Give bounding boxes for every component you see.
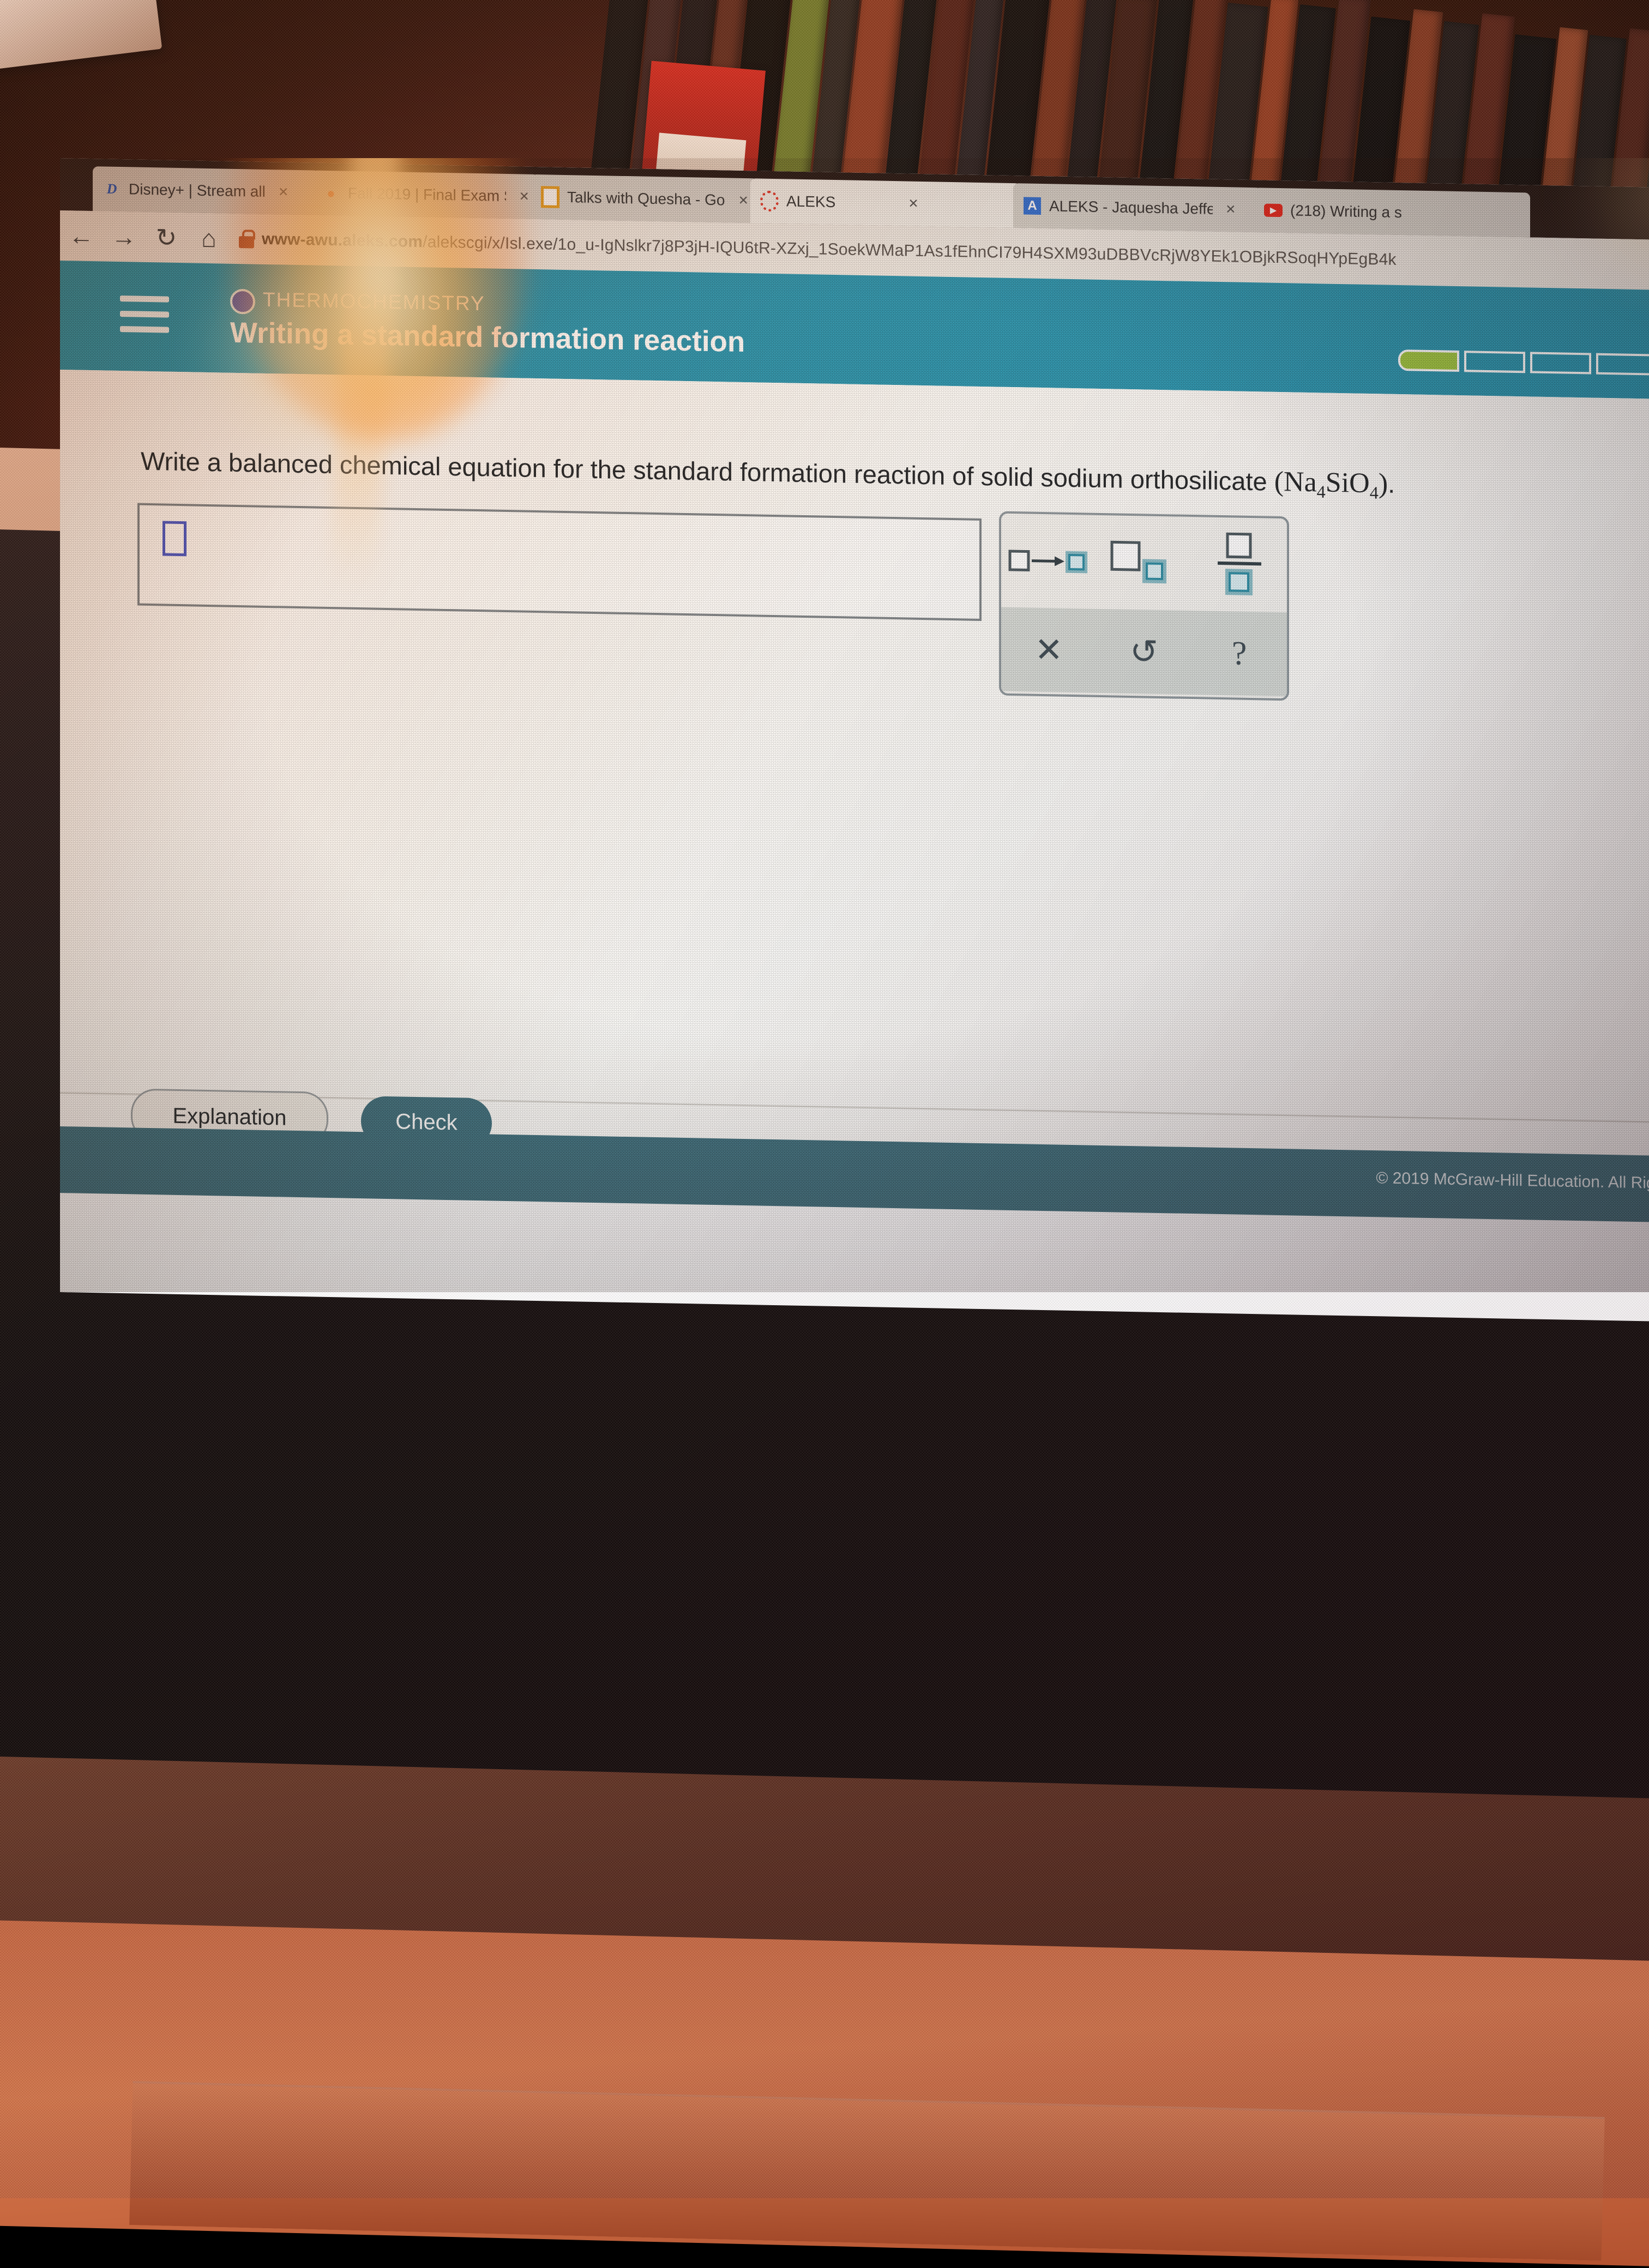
- aleks-a-icon: A: [1023, 196, 1042, 215]
- answer-placeholder-caret-icon: [163, 521, 186, 557]
- url-path: /alekscgi/x/Isl.exe/1o_u-IgNslkr7j8P3jH-…: [423, 233, 1397, 269]
- progress-bar: [1398, 349, 1649, 377]
- reload-icon[interactable]: ↻: [145, 212, 188, 263]
- progress-segment: [1530, 352, 1591, 375]
- tab-close-icon[interactable]: ×: [279, 183, 288, 201]
- tab-title: Disney+ | Stream all: [129, 180, 266, 200]
- laptop-screen: D Disney+ | Stream all × ● Fall 2019 | F…: [60, 158, 1649, 1323]
- reaction-arrow-icon: [1008, 550, 1088, 574]
- browser-tab-fall-2019[interactable]: ● Fall 2019 | Final Exam S ×: [312, 170, 539, 220]
- aleks-icon: [760, 190, 779, 212]
- progress-segment: [1596, 353, 1649, 376]
- url-host: www-awu.aleks.com: [262, 230, 423, 251]
- document-icon: [541, 186, 559, 208]
- help-button[interactable]: ?: [1191, 634, 1287, 674]
- home-icon[interactable]: ⌂: [188, 213, 230, 263]
- tab-title: Fall 2019 | Final Exam S: [348, 184, 507, 205]
- firefox-flame-icon: ●: [327, 184, 335, 201]
- subscript-button[interactable]: [1097, 539, 1192, 587]
- topic-label: THERMOCHEMISTRY: [263, 288, 485, 315]
- tab-title: Talks with Quesha - Goo: [567, 189, 726, 209]
- tab-close-icon[interactable]: ×: [908, 195, 918, 213]
- tab-close-icon[interactable]: ×: [738, 191, 748, 210]
- tab-close-icon[interactable]: ×: [519, 187, 529, 206]
- question-text: Write a balanced chemical equation for t…: [141, 442, 1504, 508]
- undo-button[interactable]: ↺: [1097, 631, 1192, 673]
- question-prefix: Write a balanced chemical equation for t…: [141, 446, 1267, 496]
- math-palette-row-2: ✕ ↺ ?: [1001, 607, 1287, 697]
- back-icon[interactable]: ←: [60, 210, 103, 261]
- close-icon: ✕: [1034, 631, 1063, 669]
- hamburger-menu-icon[interactable]: [120, 295, 169, 336]
- youtube-icon: ▶: [1264, 201, 1283, 220]
- background-laptop: [0, 0, 163, 71]
- topic-status-dot-icon: [230, 288, 255, 315]
- tab-close-icon[interactable]: ×: [1226, 200, 1236, 219]
- browser-tab-aleks-jaquesha[interactable]: A ALEKS - Jaquesha Jeffe ×: [1013, 183, 1262, 233]
- tab-title: ALEKS: [786, 192, 836, 211]
- browser-tab-disney[interactable]: D Disney+ | Stream all ×: [93, 166, 320, 215]
- question-period: .: [1388, 469, 1395, 498]
- subscript-icon: [1110, 540, 1166, 584]
- fraction-icon: [1217, 532, 1261, 596]
- forward-icon[interactable]: →: [103, 211, 145, 262]
- browser-tab-aleks-active[interactable]: ALEKS ×: [750, 178, 1021, 228]
- tab-title: ALEKS - Jaquesha Jeffe: [1049, 197, 1213, 218]
- reaction-arrow-button[interactable]: [1001, 541, 1097, 581]
- fraction-button[interactable]: [1191, 531, 1287, 598]
- compound-formula: (Na4SiO4): [1274, 466, 1388, 503]
- undo-icon: ↺: [1130, 633, 1158, 671]
- copyright-text: © 2019 McGraw-Hill Education. All Rights…: [1376, 1169, 1649, 1193]
- answer-input[interactable]: [137, 503, 982, 621]
- question-mark-icon: ?: [1231, 634, 1247, 672]
- math-palette: ✕ ↺ ?: [999, 511, 1289, 701]
- lesson-title: Writing a standard formation reaction: [230, 316, 745, 359]
- math-palette-row-1: [1001, 514, 1287, 613]
- progress-segment: [1464, 351, 1525, 373]
- browser-tab-youtube[interactable]: ▶ (218) Writing a s: [1254, 188, 1530, 238]
- question-content-area: Write a balanced chemical equation for t…: [60, 370, 1649, 1224]
- tab-title: (218) Writing a s: [1290, 202, 1402, 221]
- lock-icon: [239, 230, 255, 249]
- disney-icon: D: [106, 180, 117, 197]
- clear-button[interactable]: ✕: [1001, 629, 1097, 671]
- progress-segment: [1398, 349, 1459, 372]
- browser-tab-talks-with-quesha[interactable]: Talks with Quesha - Goo ×: [531, 174, 758, 224]
